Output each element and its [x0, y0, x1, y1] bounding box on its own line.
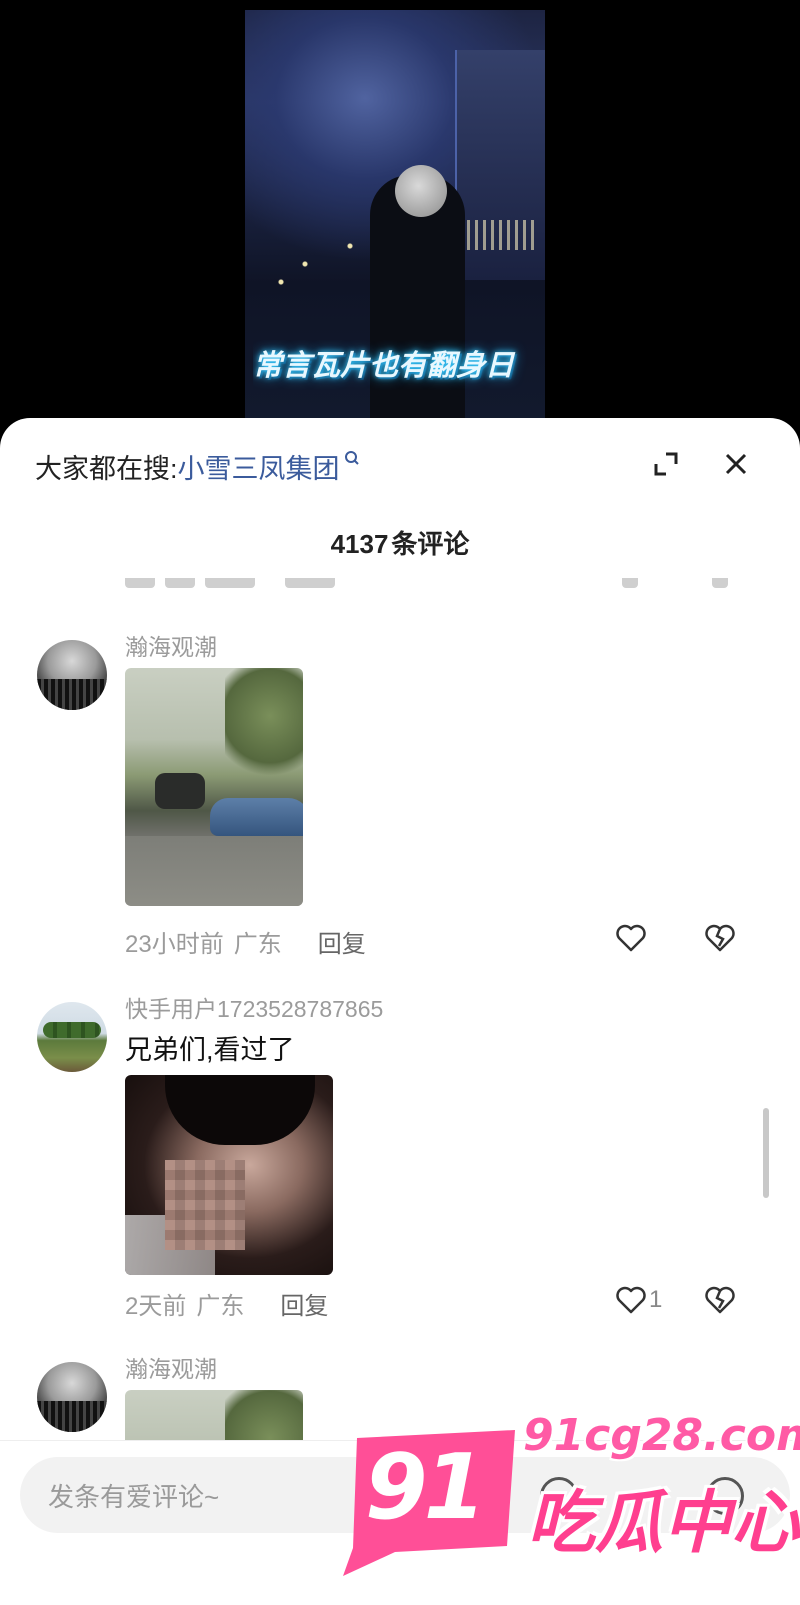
video-person-head: [395, 165, 447, 217]
like-button[interactable]: [615, 920, 647, 956]
hot-search-bar[interactable]: 大家都在搜: 小雪三凤集团: [35, 444, 360, 488]
image-road: [125, 836, 303, 906]
comment-count-title: 4137 条评论: [0, 524, 800, 561]
video-frame[interactable]: 常言瓦片也有翻身日: [245, 10, 545, 430]
image-hair: [165, 1075, 315, 1145]
remnant-icon: [622, 578, 638, 588]
remnant-text: [285, 578, 335, 588]
hot-search-prefix: 大家都在搜:: [35, 453, 178, 484]
close-icon[interactable]: [720, 448, 752, 480]
video-player[interactable]: 常言瓦片也有翻身日: [0, 0, 800, 430]
search-icon: [344, 451, 359, 465]
comment-username[interactable]: 瀚海观潮: [125, 628, 217, 662]
heart-icon: [616, 924, 646, 952]
comment-item: 快手用户1723528787865 兄弟们,看过了 2天前 广东 回复 1: [0, 990, 800, 1340]
remnant-text: [125, 578, 155, 588]
comments-sheet: 大家都在搜: 小雪三凤集团 4137 条评论 瀚海观潮 23小时前 广东 回复 …: [0, 418, 800, 1605]
comment-image[interactable]: [125, 668, 303, 906]
scrollbar[interactable]: [763, 1108, 769, 1198]
comment-region: 广东: [196, 1293, 245, 1320]
comment-count-suffix: 条评论: [391, 529, 470, 559]
comment-item: 瀚海观潮 23小时前 广东 回复: [0, 628, 800, 978]
broken-heart-icon[interactable]: [703, 1282, 737, 1318]
comment-image[interactable]: [125, 1075, 333, 1275]
avatar[interactable]: [37, 1362, 107, 1432]
like-count: 1: [649, 1286, 663, 1313]
reply-button[interactable]: 回复: [318, 924, 366, 959]
comment-region: 广东: [233, 931, 282, 958]
image-motorbike: [155, 773, 205, 809]
comment-input-placeholder: 发条有爱评论~: [48, 1482, 220, 1512]
comment-meta: 2天前 广东 回复: [125, 1286, 328, 1321]
image-car: [210, 798, 303, 836]
comment-list[interactable]: 瀚海观潮 23小时前 广东 回复 快手用户1723528787865 兄弟们,看…: [0, 618, 800, 1468]
emoji-icon[interactable]: [706, 1477, 744, 1515]
comment-username[interactable]: 快手用户1723528787865: [125, 990, 383, 1024]
scrolled-comment-remnant: [0, 578, 800, 592]
like-button[interactable]: 1: [615, 1282, 662, 1318]
comment-count: 4137: [330, 529, 389, 559]
comment-input[interactable]: 发条有爱评论~: [20, 1457, 790, 1533]
remnant-text: [165, 578, 195, 588]
comment-composer: 发条有爱评论~: [0, 1440, 800, 1605]
comment-text: 兄弟们,看过了: [125, 1035, 295, 1065]
broken-heart-icon[interactable]: [703, 920, 737, 956]
avatar[interactable]: [37, 1002, 107, 1072]
remnant-text: [205, 578, 255, 588]
image-mosaic: [165, 1160, 245, 1250]
image-tree: [225, 668, 303, 788]
comment-time: 2天前: [125, 1293, 187, 1320]
video-caption: 常言瓦片也有翻身日: [253, 348, 515, 382]
at-mention-icon[interactable]: [540, 1477, 578, 1515]
expand-icon[interactable]: [650, 448, 682, 480]
remnant-icon: [712, 578, 728, 588]
comment-time: 23小时前: [125, 931, 224, 958]
avatar[interactable]: [37, 640, 107, 710]
comment-meta: 23小时前 广东 回复: [125, 924, 366, 959]
heart-icon: [616, 1286, 646, 1314]
comment-username[interactable]: 瀚海观潮: [125, 1350, 217, 1384]
hot-search-keyword[interactable]: 小雪三凤集团: [178, 447, 340, 486]
reply-button[interactable]: 回复: [280, 1286, 328, 1321]
